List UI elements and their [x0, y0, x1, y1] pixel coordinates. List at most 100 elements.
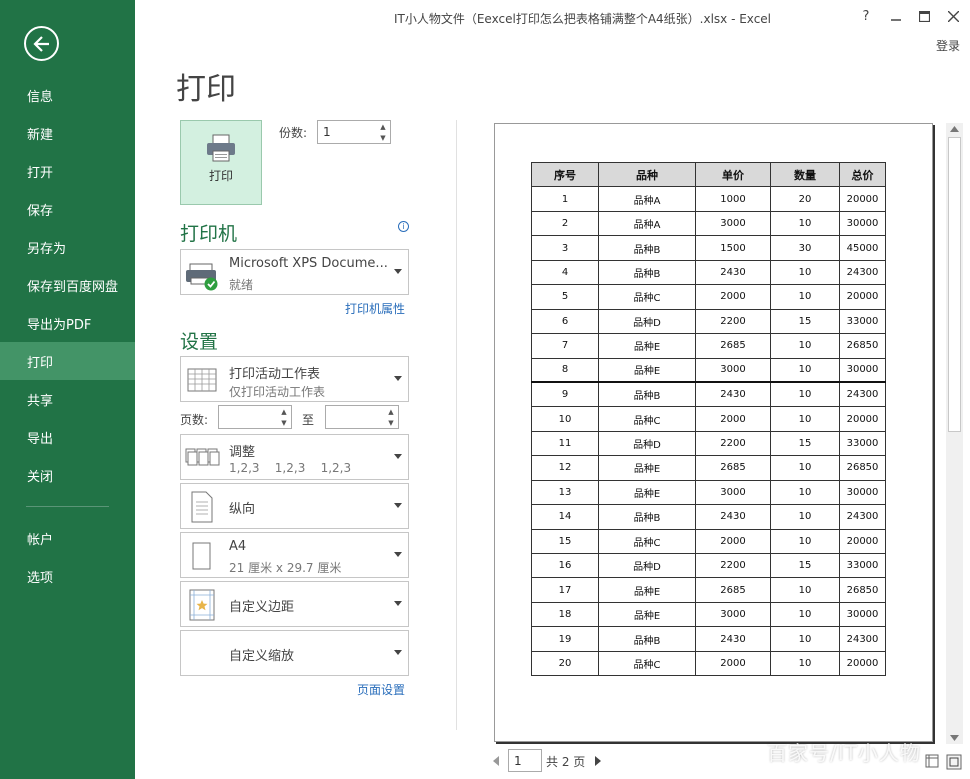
spin-down-icon[interactable]: ▼ — [388, 419, 393, 427]
preview-cell: 品种B — [598, 259, 696, 286]
total-pages-label: 共 2 页 — [546, 755, 586, 769]
copies-spinner[interactable]: ▲ ▼ — [376, 121, 390, 143]
scroll-thumb[interactable] — [948, 137, 961, 432]
preview-cell: 20000 — [839, 406, 886, 432]
minimize-button[interactable] — [883, 5, 909, 27]
scroll-up-icon[interactable] — [950, 126, 959, 132]
paper-size-dropdown[interactable]: A4 21 厘米 x 29.7 厘米 — [180, 532, 409, 578]
preview-cell: 5 — [531, 284, 599, 310]
collate-dropdown[interactable]: 调整 1,2,3 1,2,3 1,2,3 — [180, 434, 409, 480]
sidebar-item[interactable]: 新建 — [0, 114, 135, 152]
close-button[interactable] — [940, 5, 966, 27]
preview-cell: 30000 — [839, 210, 886, 237]
sidebar-item[interactable]: 另存为 — [0, 228, 135, 266]
sidebar-item[interactable]: 导出 — [0, 418, 135, 456]
prev-page-icon[interactable] — [493, 756, 499, 766]
preview-cell: 10 — [770, 357, 840, 383]
info-icon[interactable]: i — [398, 221, 409, 232]
preview-cell: 10 — [770, 259, 840, 286]
preview-cell: 2000 — [695, 284, 771, 310]
preview-cell: 3000 — [695, 210, 771, 237]
sidebar-item[interactable]: 选项 — [0, 557, 135, 595]
preview-cell: 10 — [770, 479, 840, 506]
copies-input[interactable]: 1 ▲ ▼ — [317, 120, 391, 144]
preview-cell: 2430 — [695, 259, 771, 286]
preview-scrollbar[interactable] — [946, 123, 963, 744]
spin-down-icon[interactable]: ▼ — [281, 419, 286, 427]
preview-cell: 45000 — [839, 235, 886, 261]
preview-cell: 18 — [531, 601, 599, 628]
preview-cell: 10 — [770, 406, 840, 432]
preview-row: 16 品种D 2200 15 33000 — [531, 552, 886, 579]
preview-cell: 10 — [770, 650, 840, 677]
login-link[interactable]: 登录 — [936, 37, 960, 54]
printer-dropdown[interactable]: Microsoft XPS Docume... 就绪 — [180, 249, 409, 295]
paper-size-subtitle: 21 厘米 x 29.7 厘米 — [229, 561, 342, 575]
page-title: 打印 — [176, 72, 236, 107]
preview-table: 序号 品种 单价 数量 总价 1 品种A 1000 20 20000 2 品种A 3000 10 3000… — [531, 161, 886, 677]
next-page-icon[interactable] — [595, 756, 601, 766]
sidebar-item[interactable]: 导出为PDF — [0, 304, 135, 342]
preview-cell: 2000 — [695, 406, 771, 432]
scaling-dropdown[interactable]: 自定义缩放 — [180, 630, 409, 676]
sidebar-item[interactable]: 帐户 — [0, 519, 135, 557]
spin-up-icon[interactable]: ▲ — [388, 408, 393, 416]
preview-row: 11 品种D 2200 15 33000 — [531, 430, 886, 457]
orientation-dropdown[interactable]: 纵向 — [180, 483, 409, 529]
print-button[interactable]: 打印 — [180, 120, 262, 205]
preview-cell: 品种A — [598, 210, 696, 237]
title-bar: IT小人物文件（Eexcel打印怎么把表格铺满整个A4纸张）.xlsx - Ex… — [135, 0, 970, 36]
help-button[interactable]: ? — [853, 5, 879, 27]
preview-cell: 33000 — [839, 430, 886, 457]
sidebar-item[interactable]: 打开 — [0, 152, 135, 190]
page-setup-link[interactable]: 页面设置 — [357, 681, 405, 698]
margins-dropdown[interactable]: 自定义边距 — [180, 581, 409, 627]
close-icon — [947, 10, 959, 22]
worksheet-icon — [187, 368, 217, 392]
preview-cell: 3000 — [695, 601, 771, 628]
portrait-page-icon — [191, 491, 213, 523]
panel-divider — [456, 120, 457, 730]
sidebar-item[interactable]: 打印 — [0, 342, 135, 380]
pages-to-input[interactable]: ▲ ▼ — [325, 405, 399, 429]
preview-cell: 2430 — [695, 381, 771, 408]
preview-cell: 3 — [531, 235, 599, 261]
sidebar-item[interactable]: 保存 — [0, 190, 135, 228]
preview-cell: 1 — [531, 186, 599, 212]
spin-up-icon[interactable]: ▲ — [380, 123, 385, 131]
back-button[interactable] — [24, 26, 59, 61]
show-margins-icon[interactable] — [925, 754, 939, 768]
preview-cell: 10 — [770, 455, 840, 481]
preview-cell: 19 — [531, 626, 599, 652]
margins-title: 自定义边距 — [229, 600, 295, 615]
preview-row: 9 品种B 2430 10 24300 — [531, 381, 886, 408]
spin-down-icon[interactable]: ▼ — [380, 134, 385, 142]
maximize-button[interactable] — [911, 5, 937, 27]
zoom-to-page-icon[interactable] — [946, 754, 962, 770]
sidebar-item[interactable]: 信息 — [0, 76, 135, 114]
window-title: IT小人物文件（Eexcel打印怎么把表格铺满整个A4纸张）.xlsx - Ex… — [393, 12, 772, 26]
preview-cell: 10 — [770, 381, 840, 408]
printer-status: 就绪 — [229, 278, 254, 292]
preview-cell: 10 — [770, 333, 840, 359]
sidebar-item[interactable]: 共享 — [0, 380, 135, 418]
pages-from-input[interactable]: ▲ ▼ — [218, 405, 292, 429]
preview-cell: 8 — [531, 357, 599, 383]
preview-cell: 24300 — [839, 259, 886, 286]
preview-cell: 品种C — [598, 528, 696, 555]
preview-cell: 24300 — [839, 504, 886, 530]
printer-properties-link[interactable]: 打印机属性 — [345, 300, 405, 317]
current-page-input[interactable]: 1 — [508, 749, 542, 772]
spin-up-icon[interactable]: ▲ — [281, 408, 286, 416]
settings-heading: 设置 — [180, 331, 219, 353]
scroll-down-icon[interactable] — [950, 735, 959, 741]
preview-cell: 品种D — [598, 308, 696, 335]
paper-size-icon — [192, 542, 211, 570]
printer-icon — [207, 134, 235, 162]
sidebar-item[interactable]: 保存到百度网盘 — [0, 266, 135, 304]
preview-cell: 13 — [531, 479, 599, 506]
preview-row: 5 品种C 2000 10 20000 — [531, 284, 886, 310]
sidebar-item[interactable]: 关闭 — [0, 456, 135, 494]
print-scope-dropdown[interactable]: 打印活动工作表 仅打印活动工作表 — [180, 356, 409, 402]
preview-cell: 24300 — [839, 381, 886, 408]
